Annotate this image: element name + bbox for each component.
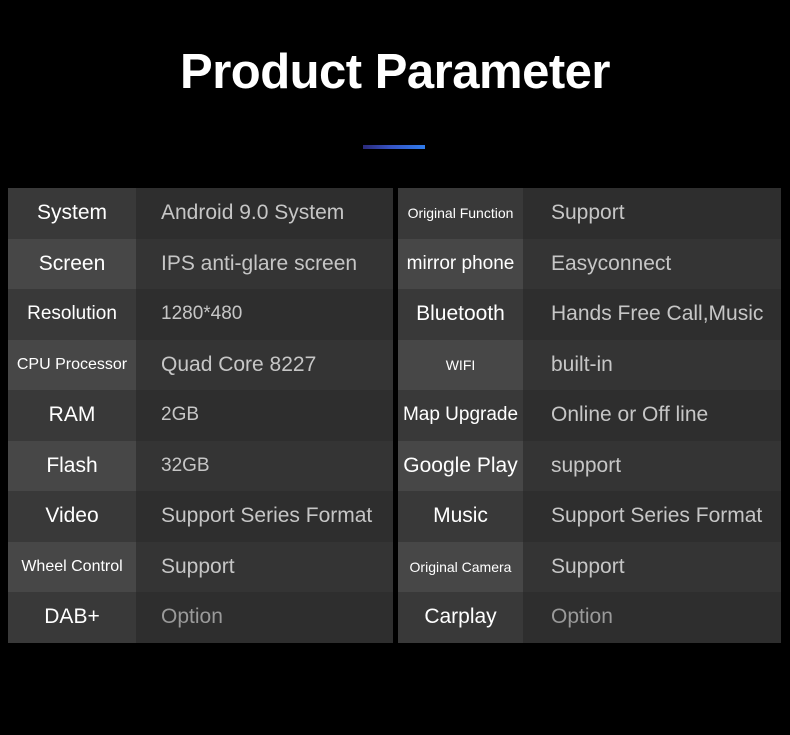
spec-value: 1280*480 [136, 289, 393, 340]
spec-label: Original Function [398, 188, 523, 239]
page-title: Product Parameter [180, 45, 610, 99]
spec-value: Android 9.0 System [136, 188, 393, 239]
footer-spacer [0, 693, 790, 735]
product-parameter-page: Product Parameter System Android 9.0 Sys… [0, 0, 790, 735]
spec-label: Screen [8, 238, 136, 289]
spec-value: Option [136, 592, 393, 643]
table-row: Bluetooth Hands Free Call,Music [398, 289, 781, 340]
spec-value: Support Series Format [136, 491, 393, 542]
spec-value: support [523, 440, 781, 491]
spec-label: Carplay [398, 592, 523, 643]
spec-label: Flash [8, 440, 136, 491]
spec-label: WIFI [398, 339, 523, 390]
spec-value: Hands Free Call,Music [523, 289, 781, 340]
table-row: mirror phone Easyconnect [398, 238, 781, 289]
table-row: System Android 9.0 System [8, 188, 393, 239]
spec-value: 32GB [136, 440, 393, 491]
spec-value: 2GB [136, 390, 393, 441]
table-row: RAM 2GB [8, 390, 393, 441]
table-row: DAB+ Option [8, 592, 393, 643]
table-row: Music Support Series Format [398, 491, 781, 542]
spec-label: Music [398, 491, 523, 542]
spec-table-left: System Android 9.0 System Screen IPS ant… [8, 188, 393, 643]
table-row: WIFI built-in [398, 339, 781, 390]
spec-label: Wheel Control [8, 541, 136, 592]
spec-label: Video [8, 491, 136, 542]
spec-value: Easyconnect [523, 238, 781, 289]
page-header: Product Parameter [0, 0, 790, 188]
table-row: Google Play support [398, 440, 781, 491]
spec-value: Support Series Format [523, 491, 781, 542]
table-row: Screen IPS anti-glare screen [8, 238, 393, 289]
table-row: Wheel Control Support [8, 541, 393, 592]
spec-label: Bluetooth [398, 289, 523, 340]
table-row: Video Support Series Format [8, 491, 393, 542]
spec-value: Online or Off line [523, 390, 781, 441]
spec-value: Support [523, 188, 781, 239]
spec-value: Quad Core 8227 [136, 339, 393, 390]
spec-label: Original Camera [398, 541, 523, 592]
table-row: Flash 32GB [8, 440, 393, 491]
title-underline-accent [363, 145, 425, 149]
spec-value: Support [136, 541, 393, 592]
table-row: Original Camera Support [398, 541, 781, 592]
spec-value: built-in [523, 339, 781, 390]
spec-value: Option [523, 592, 781, 643]
table-row: CPU Processor Quad Core 8227 [8, 339, 393, 390]
spec-label: mirror phone [398, 238, 523, 289]
spec-label: DAB+ [8, 592, 136, 643]
spec-value: Support [523, 541, 781, 592]
table-row: Resolution 1280*480 [8, 289, 393, 340]
table-row: Carplay Option [398, 592, 781, 643]
spec-label: Map Upgrade [398, 390, 523, 441]
specification-tables: System Android 9.0 System Screen IPS ant… [0, 188, 790, 693]
spec-label: Resolution [8, 289, 136, 340]
spec-label: System [8, 188, 136, 239]
spec-label: Google Play [398, 440, 523, 491]
table-row: Original Function Support [398, 188, 781, 239]
table-row: Map Upgrade Online or Off line [398, 390, 781, 441]
spec-label: RAM [8, 390, 136, 441]
spec-table-right: Original Function Support mirror phone E… [398, 188, 781, 643]
spec-label: CPU Processor [8, 339, 136, 390]
spec-value: IPS anti-glare screen [136, 238, 393, 289]
